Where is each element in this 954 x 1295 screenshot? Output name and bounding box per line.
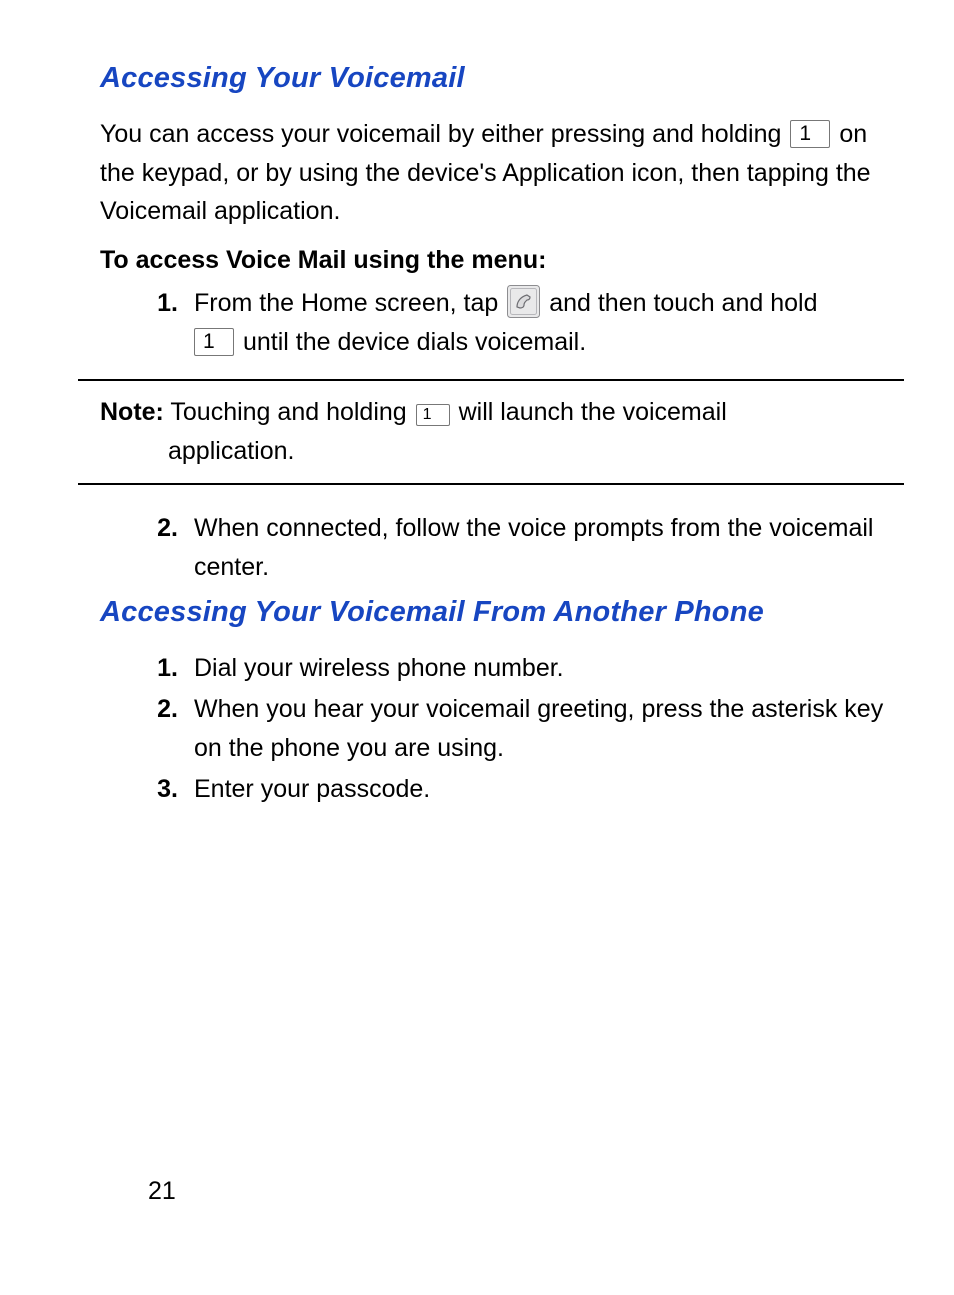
note-label: Note: xyxy=(100,398,164,426)
step-item: 2. When you hear your voicemail greeting… xyxy=(138,690,886,768)
step-number: 1. xyxy=(138,284,178,323)
subheading-access-menu: To access Voice Mail using the menu: xyxy=(100,241,886,280)
page-number: 21 xyxy=(148,1172,176,1211)
step-item: 1. Dial your wireless phone number. xyxy=(138,649,886,688)
intro-paragraph: You can access your voicemail by either … xyxy=(100,115,886,231)
step1-text-a: From the Home screen, tap xyxy=(194,289,505,317)
step-text: When you hear your voicemail greeting, p… xyxy=(194,695,883,762)
step-text: Dial your wireless phone number. xyxy=(194,654,564,682)
intro-text-a: You can access your voicemail by either … xyxy=(100,120,788,148)
note-text-c: application. xyxy=(100,432,904,471)
keycap-1-icon: 1 xyxy=(416,404,450,426)
step-number: 1. xyxy=(138,649,178,688)
note-text-b: will launch the voicemail xyxy=(459,398,727,426)
step1-text-c: until the device dials voicemail. xyxy=(243,328,586,356)
step2-text: When connected, follow the voice prompts… xyxy=(194,514,873,581)
keycap-1-icon: 1 xyxy=(790,120,830,148)
step-item: 1. From the Home screen, tap and then to… xyxy=(138,284,886,362)
step-number: 2. xyxy=(138,509,178,548)
section-heading-another-phone: Accessing Your Voicemail From Another Ph… xyxy=(100,590,886,635)
step-number: 2. xyxy=(138,690,178,729)
step-text: Enter your passcode. xyxy=(194,775,430,803)
step-item: 3. Enter your passcode. xyxy=(138,770,886,809)
step-item: 2. When connected, follow the voice prom… xyxy=(138,509,886,587)
steps-list-1: 1. From the Home screen, tap and then to… xyxy=(100,284,886,362)
keycap-1-icon: 1 xyxy=(194,328,234,356)
step1-text-b: and then touch and hold xyxy=(549,289,817,317)
steps-list-2: 1. Dial your wireless phone number. 2. W… xyxy=(100,649,886,808)
manual-page: Accessing Your Voicemail You can access … xyxy=(0,0,954,1295)
step-number: 3. xyxy=(138,770,178,809)
steps-list-1b: 2. When connected, follow the voice prom… xyxy=(100,509,886,587)
note-text-a: Touching and holding xyxy=(170,398,413,426)
note-content: Note: Touching and holding 1 will launch… xyxy=(78,393,904,471)
section-heading-accessing-voicemail: Accessing Your Voicemail xyxy=(100,56,886,101)
phone-icon xyxy=(507,285,540,318)
note-box: Note: Touching and holding 1 will launch… xyxy=(78,379,904,485)
